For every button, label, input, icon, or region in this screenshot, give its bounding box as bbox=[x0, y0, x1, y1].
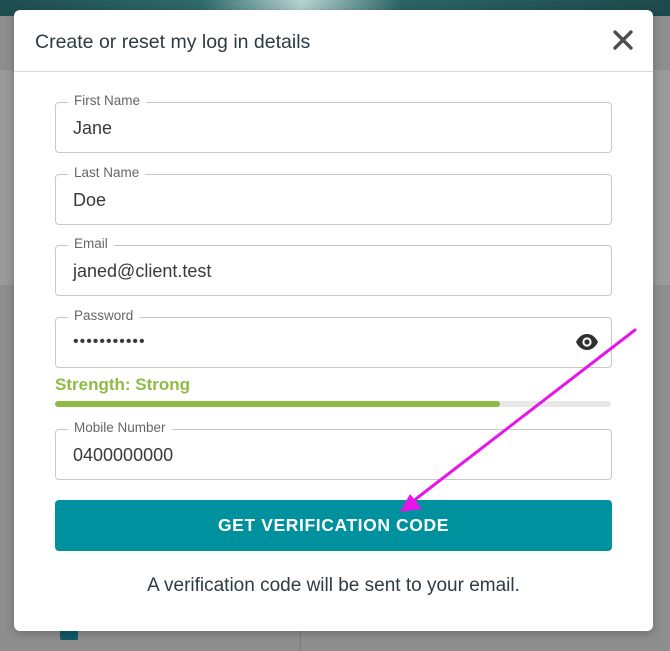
mobile-number-value: 0400000000 bbox=[73, 445, 174, 465]
password-strength-bar bbox=[55, 401, 611, 407]
first-name-field[interactable]: First Name Jane bbox=[55, 93, 612, 153]
last-name-field[interactable]: Last Name Doe bbox=[55, 165, 612, 225]
show-password-toggle[interactable] bbox=[575, 332, 599, 352]
eye-icon bbox=[576, 334, 598, 350]
mobile-number-label: Mobile Number bbox=[68, 420, 172, 436]
first-name-value: Jane bbox=[73, 118, 113, 138]
password-label: Password bbox=[68, 308, 140, 324]
last-name-label: Last Name bbox=[68, 165, 146, 181]
password-strength-fill bbox=[55, 401, 500, 407]
last-name-value: Doe bbox=[73, 190, 107, 210]
login-details-modal: Create or reset my log in details First … bbox=[14, 10, 653, 631]
verification-helper-text: A verification code will be sent to your… bbox=[147, 575, 520, 596]
password-field[interactable]: Password ••••••••••• bbox=[55, 308, 612, 368]
first-name-label: First Name bbox=[68, 93, 147, 109]
password-value: ••••••••••• bbox=[73, 333, 146, 350]
close-icon bbox=[613, 30, 633, 50]
close-button[interactable] bbox=[611, 28, 635, 52]
email-value: janed@client.test bbox=[73, 261, 212, 281]
modal-title: Create or reset my log in details bbox=[35, 31, 311, 53]
mobile-number-field[interactable]: Mobile Number 0400000000 bbox=[55, 420, 612, 480]
email-label: Email bbox=[68, 236, 114, 252]
password-strength-label: Strength: Strong bbox=[55, 375, 191, 394]
email-field[interactable]: Email janed@client.test bbox=[55, 236, 612, 296]
get-verification-code-button[interactable]: GET VERIFICATION CODE bbox=[55, 500, 612, 551]
modal-header: Create or reset my log in details bbox=[14, 10, 653, 72]
